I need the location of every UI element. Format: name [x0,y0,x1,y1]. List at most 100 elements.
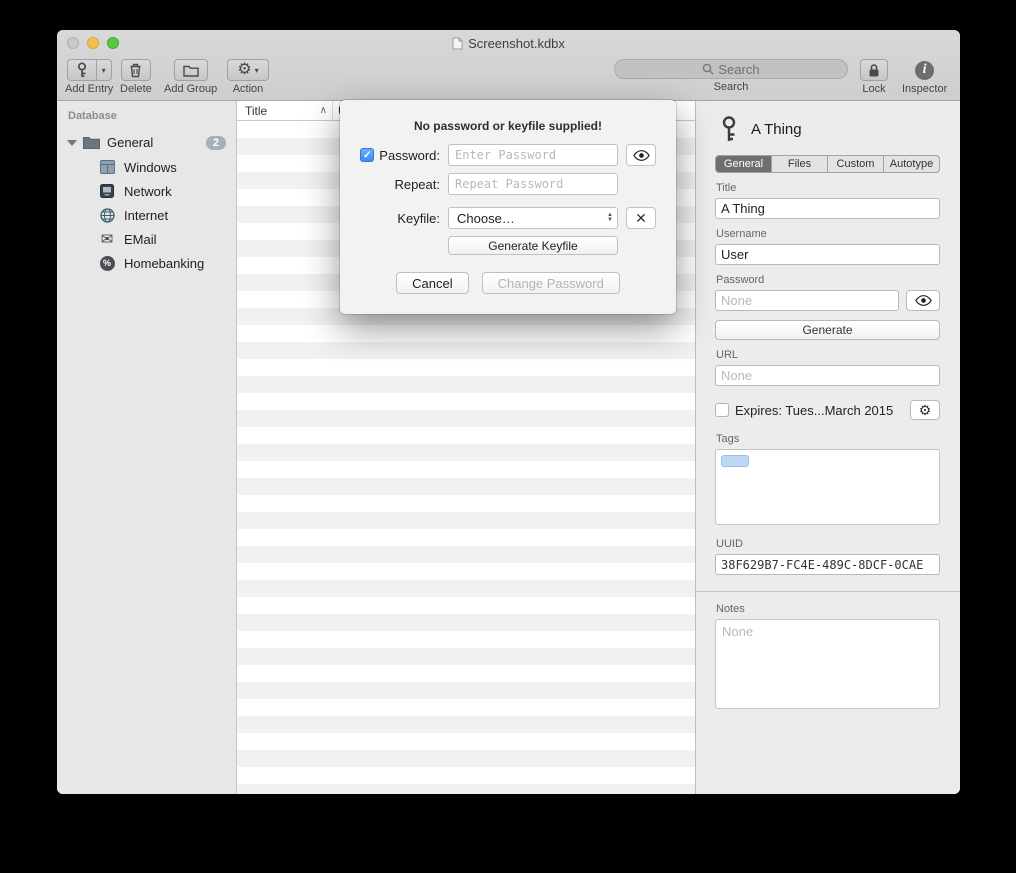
sidebar-group-general[interactable]: General 2 [57,130,236,155]
inspector-label: Inspector [902,83,947,95]
lock-label: Lock [862,83,885,95]
column-header-title[interactable]: Title ∧ [237,101,333,120]
password-checkbox[interactable]: ✓ [360,148,374,162]
sidebar-item-label: Internet [124,208,168,223]
toolbar: ▾ Add Entry Delete [57,56,960,100]
sort-ascending-icon: ∧ [320,105,327,116]
inspector-tabs: General Files Custom Autotype [715,155,940,173]
entry-count-badge: 2 [206,136,226,150]
uuid-field[interactable] [715,554,940,575]
minimize-window-button[interactable] [87,37,99,49]
keyfile-popup[interactable]: Choose… ▲▼ [448,207,618,229]
tags-field[interactable] [715,449,940,525]
notes-field[interactable] [715,619,940,709]
lock-button[interactable] [860,59,888,81]
sidebar-item-network[interactable]: Network [57,179,236,203]
tag-token[interactable] [721,455,749,467]
info-icon: i [915,61,934,80]
tab-autotype[interactable]: Autotype [884,156,939,172]
url-field[interactable] [715,365,940,386]
document-icon [452,37,463,50]
sidebar: Database General 2 Windows [57,101,237,794]
percent-icon: % [99,255,115,271]
search-label: Search [714,81,749,93]
add-group-label: Add Group [164,83,217,95]
title-field[interactable] [715,198,940,219]
expires-settings-button[interactable]: ⚙ [910,400,940,420]
action-button[interactable]: ⚙ ▾ [227,59,269,81]
url-field-label: URL [715,349,940,361]
inspector-button[interactable]: i [915,59,934,81]
password-label-cell: ✓ Password: [340,148,448,163]
cancel-button[interactable]: Cancel [396,272,468,294]
tab-files[interactable]: Files [772,156,828,172]
notes-label: Notes [715,603,940,615]
search-input[interactable]: Search [614,59,848,79]
password-label: Password: [379,148,440,163]
tags-label: Tags [715,433,940,445]
action-group: ⚙ ▾ Action [227,59,269,95]
folder-icon [83,136,100,149]
gear-icon: ⚙ [919,403,932,417]
add-group-group: Add Group [164,59,217,95]
globe-icon [99,207,115,223]
chevron-down-icon: ▾ [255,66,259,75]
generate-keyfile-button[interactable]: Generate Keyfile [448,236,618,255]
sidebar-item-email[interactable]: ✉ EMail [57,227,236,251]
close-icon: ✕ [635,211,647,225]
repeat-label-cell: Repeat: [340,177,448,192]
dialog-message: No password or keyfile supplied! [340,100,676,133]
screenshot-stage: Screenshot.kdbx ▾ [0,0,1016,873]
key-icon [720,116,738,142]
sidebar-header: Database [57,110,236,122]
generate-password-button[interactable]: Generate [715,320,940,340]
keyfile-label: Keyfile: [397,211,440,226]
add-entry-dropdown-button[interactable]: ▾ [97,59,112,81]
username-field[interactable] [715,244,940,265]
reveal-password-button[interactable] [626,144,656,166]
titlebar[interactable]: Screenshot.kdbx [57,30,960,56]
password-field-label: Password [715,274,940,286]
change-password-button[interactable]: Change Password [482,272,620,294]
reveal-password-button[interactable] [906,290,940,311]
key-icon [75,62,89,78]
uuid-label: UUID [715,538,940,550]
expires-label: Expires: Tues...March 2015 [735,403,893,418]
inspector-panel: A Thing General Files Custom Autotype Ti… [695,101,960,794]
title-field-label: Title [715,182,940,194]
trash-icon [129,63,142,78]
inspector-header: A Thing [715,116,940,142]
tab-general[interactable]: General [716,156,772,172]
sidebar-item-label: EMail [124,232,157,247]
chevron-down-icon: ▾ [102,66,106,75]
clear-keyfile-button[interactable]: ✕ [626,207,656,229]
sidebar-group-label: General [107,135,153,150]
gear-icon: ⚙ [237,62,251,78]
keyfile-label-cell: Keyfile: [340,211,448,226]
action-label: Action [233,83,264,95]
lock-group: Lock [860,59,888,95]
close-window-button[interactable] [67,37,79,49]
delete-group: Delete [120,59,152,95]
lock-icon [868,63,880,78]
repeat-password-input[interactable] [448,173,618,195]
add-entry-button[interactable] [67,59,97,81]
sidebar-item-windows[interactable]: Windows [57,155,236,179]
sidebar-item-homebanking[interactable]: % Homebanking [57,251,236,275]
sidebar-item-internet[interactable]: Internet [57,203,236,227]
expires-row: Expires: Tues...March 2015 ⚙ [715,400,940,420]
popup-stepper-icon: ▲▼ [607,213,613,223]
delete-label: Delete [120,83,152,95]
search-icon [702,63,714,75]
disclosure-triangle-icon[interactable] [67,140,77,146]
delete-button[interactable] [121,59,151,81]
entry-title: A Thing [751,121,802,138]
windows-icon [99,159,115,175]
eye-icon [633,150,650,161]
tab-custom[interactable]: Custom [828,156,884,172]
add-group-button[interactable] [174,59,208,81]
password-field[interactable] [715,290,899,311]
new-password-input[interactable] [448,144,618,166]
zoom-window-button[interactable] [107,37,119,49]
expires-checkbox[interactable] [715,403,729,417]
